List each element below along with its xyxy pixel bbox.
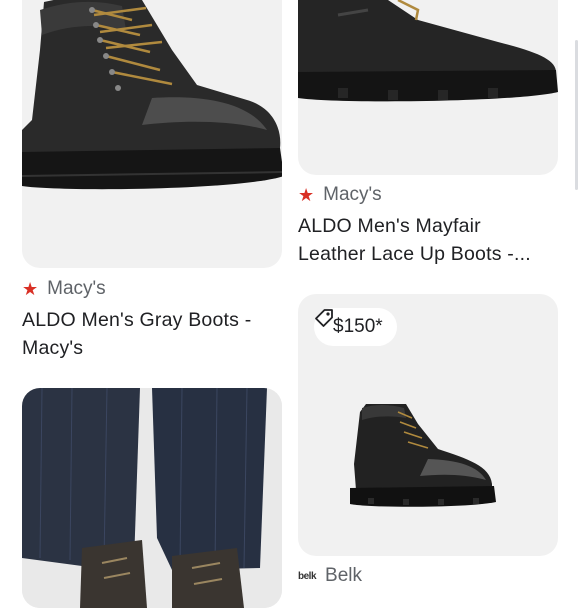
result-title-line: ALDO Men's Gray Boots - [22,309,252,331]
black-boot-thumbnail-image [350,404,496,507]
scrollbar[interactable] [575,40,578,190]
result-title-line: ALDO Men's Mayfair [298,215,481,237]
result-title-line: Macy's [22,337,84,359]
result-card-jeans-boots[interactable] [22,388,282,608]
star-icon: ★ [298,184,315,205]
jeans-and-boots-image [22,388,282,608]
result-source[interactable]: ★ Macy's [22,278,106,300]
result-source[interactable]: belk Belk [298,565,362,587]
result-title[interactable]: ALDO Men's Mayfair Leather Lace Up Boots… [298,212,558,268]
result-card-boot-150[interactable]: $150* [298,294,558,556]
result-title-line: Leather Lace Up Boots -... [298,243,531,265]
result-title[interactable]: ALDO Men's Gray Boots - Macy's [22,306,282,362]
source-name: Belk [325,565,362,586]
source-name: Macy's [47,278,106,299]
result-card-aldo-gray-boots[interactable] [22,0,282,268]
result-source[interactable]: ★ Macy's [298,184,382,206]
black-lace-up-boot-image [22,0,282,190]
star-icon: ★ [22,278,39,299]
source-name: Macy's [323,184,382,205]
result-card-aldo-mayfair[interactable] [298,0,558,175]
black-boot-sole-image [298,0,558,102]
